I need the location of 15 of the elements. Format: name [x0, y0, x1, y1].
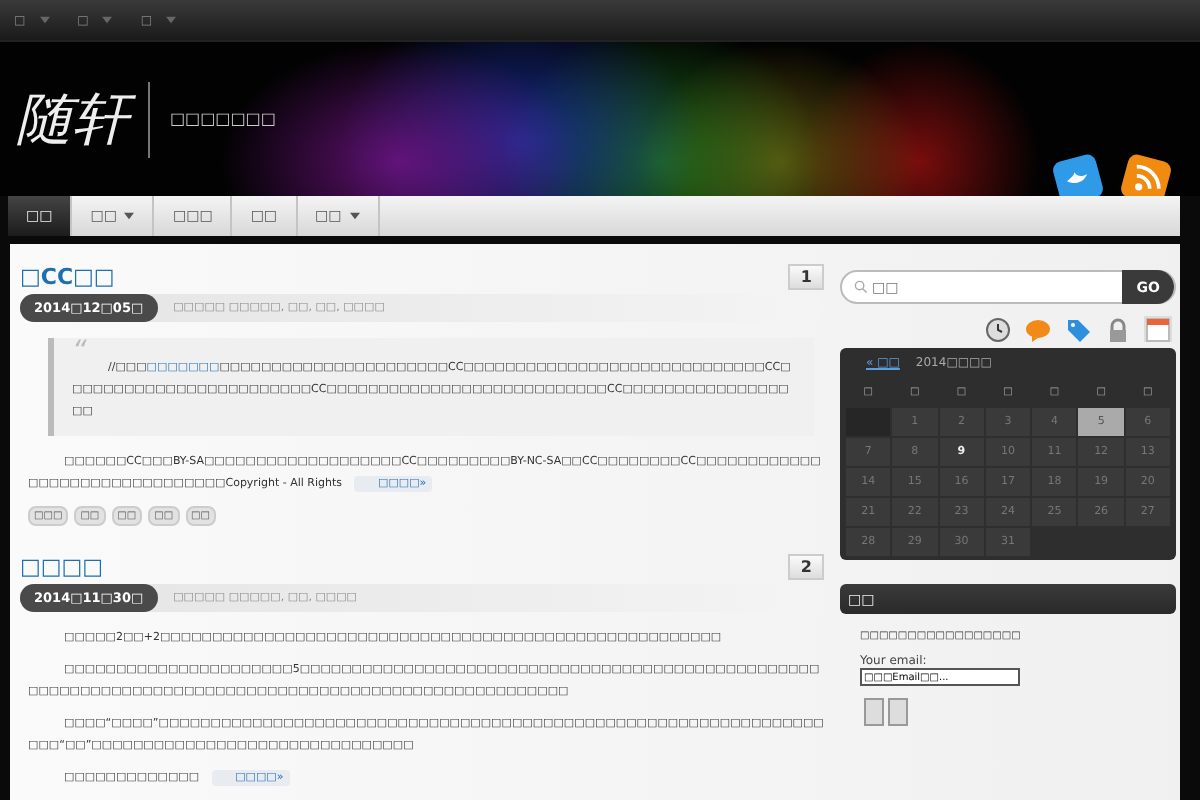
comment-count[interactable]: 1 [788, 264, 824, 290]
site-logo[interactable]: 随轩 [16, 81, 150, 157]
post-title[interactable]: □CC□□ [20, 264, 115, 290]
site-tagline: □□□□□□□ [170, 110, 276, 128]
comment-count[interactable]: 2 [788, 554, 824, 580]
lock-tab[interactable] [1104, 316, 1132, 342]
post-title[interactable]: □□□□ [20, 554, 104, 580]
subscribe-button[interactable] [888, 698, 908, 726]
subscribe-button[interactable] [864, 698, 884, 726]
clock-tab[interactable] [984, 316, 1012, 342]
quote-mark: “ [72, 338, 89, 358]
comments-tab[interactable] [1024, 316, 1052, 342]
search-icon [854, 280, 868, 294]
calendar-tab[interactable] [1144, 316, 1172, 342]
tags-tab[interactable] [1064, 316, 1092, 342]
